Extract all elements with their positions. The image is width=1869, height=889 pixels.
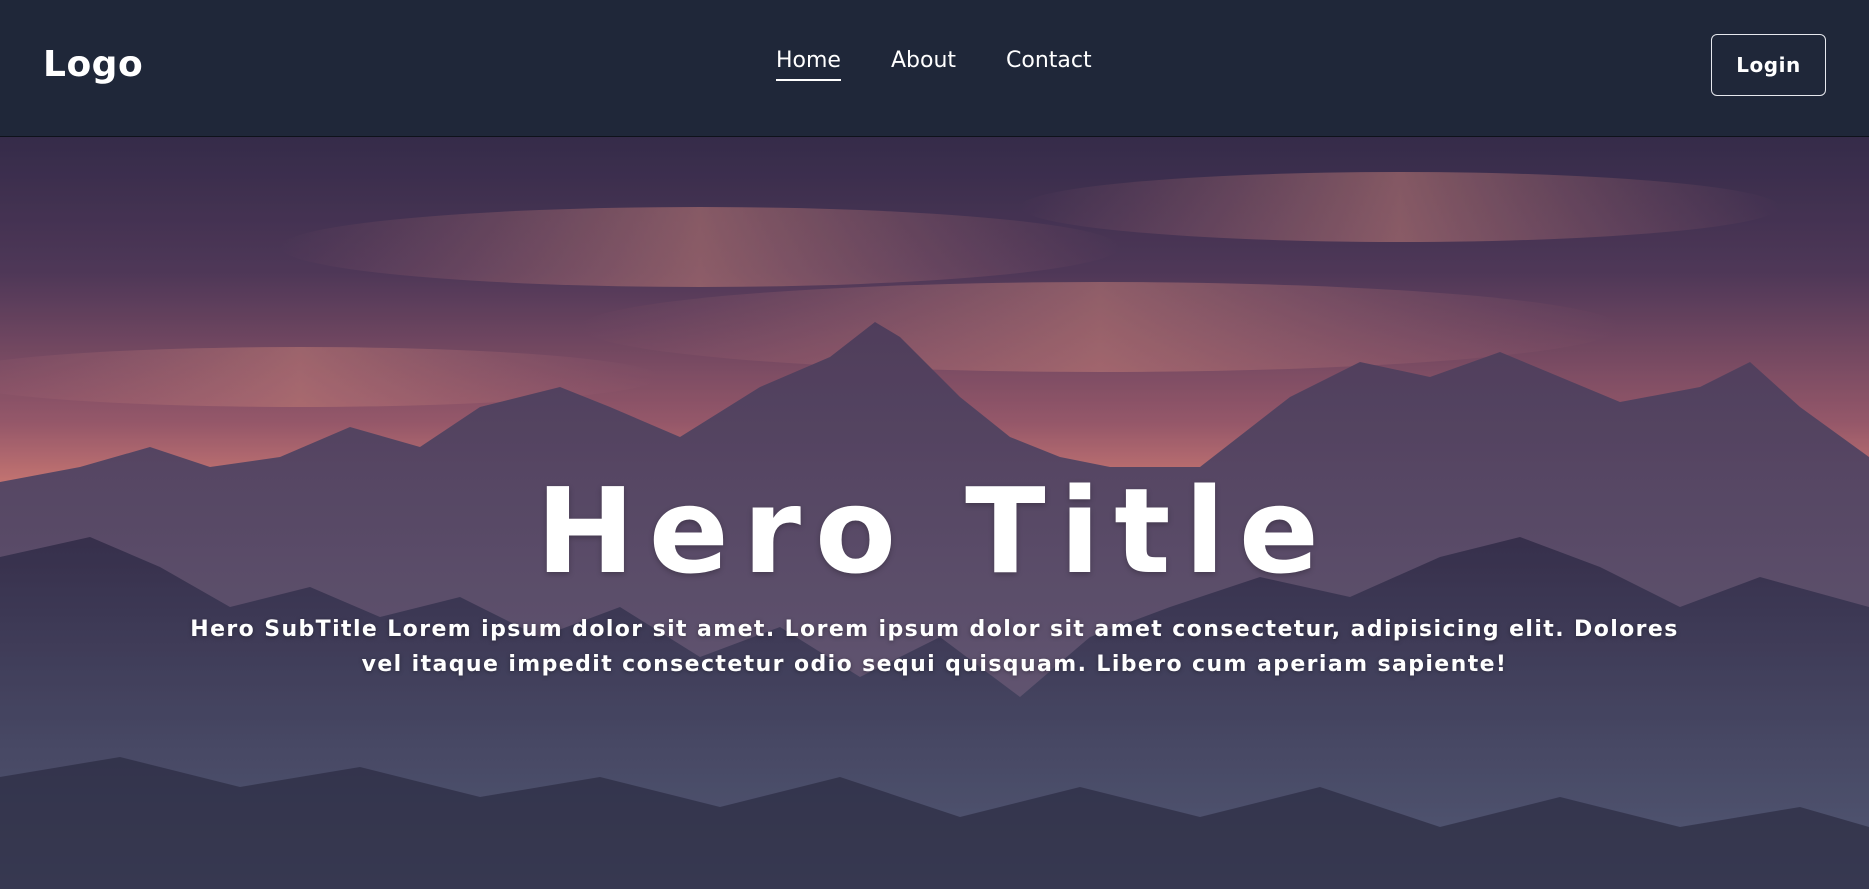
hero-section: Hero Title Hero SubTitle Lorem ipsum dol… <box>0 137 1869 889</box>
nav-link-contact[interactable]: Contact <box>1006 48 1092 81</box>
navbar: Logo Home About Contact Login <box>0 0 1869 137</box>
logo[interactable]: Logo <box>43 44 143 85</box>
hero-subtitle: Hero SubTitle Lorem ipsum dolor sit amet… <box>190 617 1679 677</box>
nav-links: Home About Contact <box>776 48 1092 81</box>
nav-link-about[interactable]: About <box>891 48 956 81</box>
hero-title: Hero Title <box>536 462 1333 600</box>
nav-link-home[interactable]: Home <box>776 48 841 81</box>
login-button[interactable]: Login <box>1711 34 1826 96</box>
